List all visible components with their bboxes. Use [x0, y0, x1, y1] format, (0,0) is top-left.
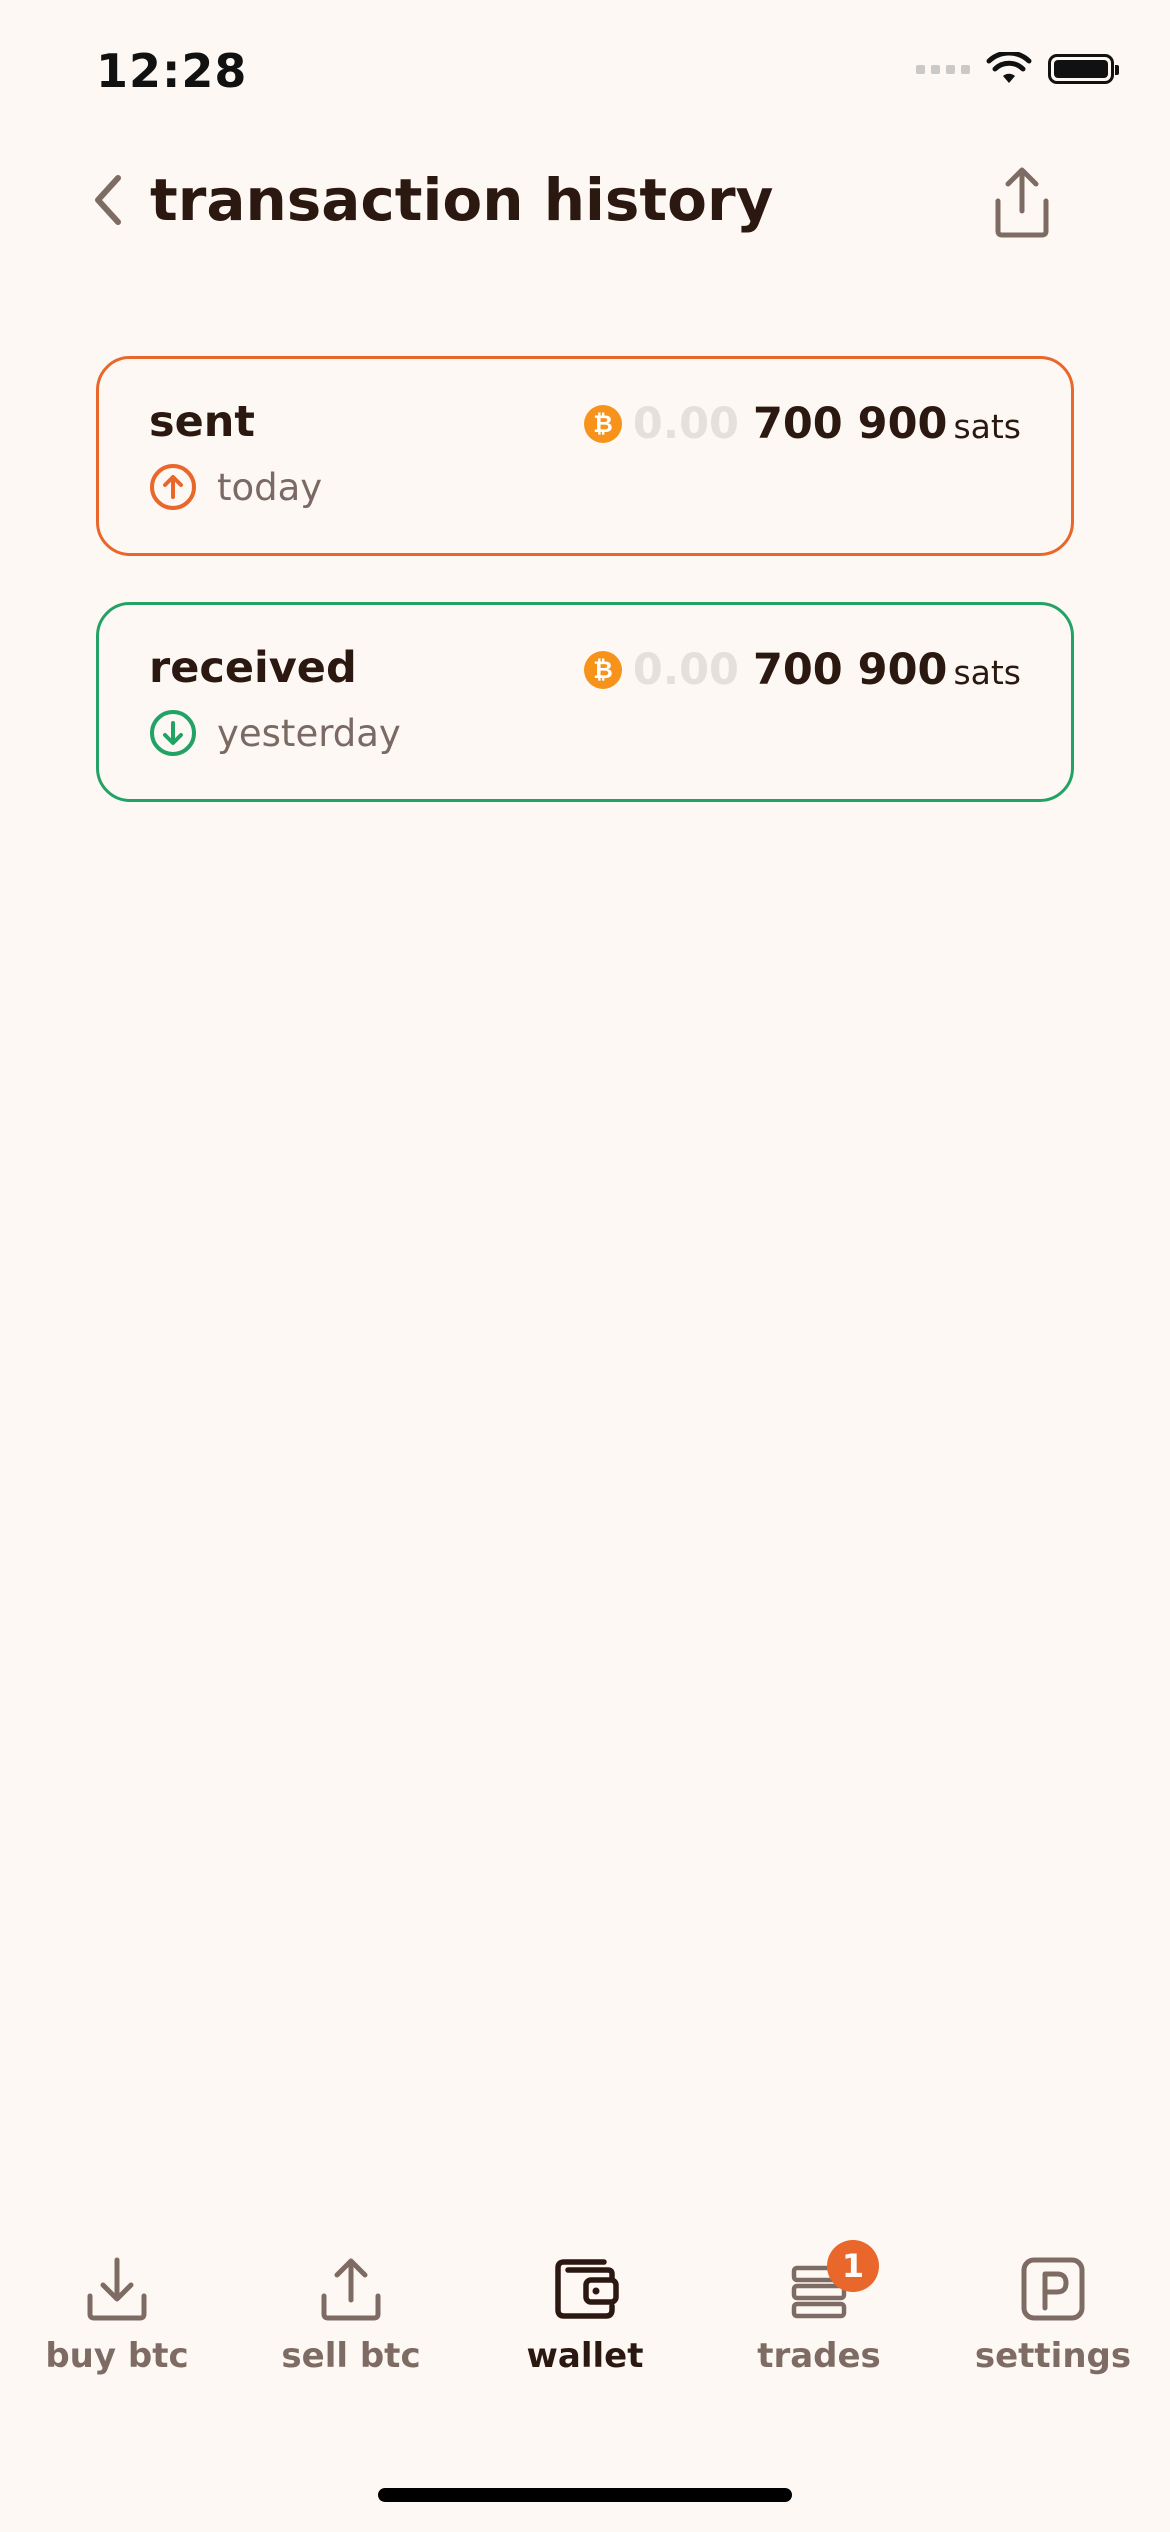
home-indicator[interactable] — [378, 2488, 792, 2502]
nav-trades[interactable]: 1 trades — [702, 2240, 936, 2390]
amount-value: 700 900 — [752, 399, 948, 449]
upload-icon — [321, 2258, 381, 2321]
transaction-card-received[interactable]: received yesterday ₿ 0.00 700 900 sats — [96, 602, 1074, 802]
transaction-type: received — [149, 643, 357, 693]
amount-value: 700 900 — [752, 645, 948, 695]
back-button[interactable] — [78, 170, 138, 230]
transaction-amount: ₿ 0.00 700 900 sats — [583, 399, 1021, 449]
export-button[interactable] — [980, 160, 1064, 244]
nav-label: wallet — [526, 2336, 644, 2376]
page-title: transaction history — [150, 166, 774, 234]
nav-settings[interactable]: settings — [936, 2240, 1170, 2390]
transaction-amount: ₿ 0.00 700 900 sats — [583, 645, 1021, 695]
transaction-date: today — [217, 465, 323, 509]
settings-icon — [1021, 2257, 1085, 2321]
status-icons — [916, 52, 1119, 86]
transaction-list: sent today ₿ 0.00 700 900 sats received — [96, 356, 1074, 848]
nav-wallet[interactable]: wallet — [468, 2240, 702, 2390]
nav-sell-btc[interactable]: sell btc — [234, 2240, 468, 2390]
nav-label: trades — [757, 2336, 881, 2376]
bottom-navigation: buy btc sell btc wallet 1 trades setting… — [0, 2240, 1170, 2390]
nav-label: settings — [974, 2336, 1132, 2376]
status-bar: 12:28 — [0, 0, 1170, 150]
cellular-signal-icon — [916, 64, 970, 74]
arrow-up-circle-icon — [150, 464, 196, 510]
nav-label: buy btc — [45, 2336, 189, 2376]
header: transaction history — [0, 150, 1170, 260]
svg-text:₿: ₿ — [593, 410, 613, 438]
battery-icon — [1048, 54, 1119, 84]
transaction-date-row: yesterday — [149, 709, 401, 757]
chevron-left-icon — [95, 175, 121, 225]
arrow-down-circle-icon — [150, 710, 196, 756]
share-icon — [995, 167, 1049, 238]
download-icon — [87, 2257, 147, 2321]
transaction-date: yesterday — [217, 711, 401, 755]
nav-buy-btc[interactable]: buy btc — [0, 2240, 234, 2390]
transaction-type: sent — [149, 397, 255, 447]
amount-leading-zeros: 0.00 — [632, 645, 739, 695]
status-time: 12:28 — [96, 44, 248, 98]
svg-text:₿: ₿ — [593, 656, 613, 684]
bitcoin-icon: ₿ — [583, 405, 622, 443]
bitcoin-icon: ₿ — [583, 651, 622, 689]
transaction-date-row: today — [149, 463, 322, 511]
nav-label: sell btc — [281, 2336, 421, 2376]
wallet-icon — [555, 2259, 619, 2319]
amount-leading-zeros: 0.00 — [632, 399, 739, 449]
transaction-card-sent[interactable]: sent today ₿ 0.00 700 900 sats — [96, 356, 1074, 556]
trades-badge: 1 — [827, 2240, 879, 2292]
amount-unit: sats — [953, 407, 1021, 446]
amount-unit: sats — [953, 653, 1021, 692]
wifi-icon — [986, 52, 1032, 83]
